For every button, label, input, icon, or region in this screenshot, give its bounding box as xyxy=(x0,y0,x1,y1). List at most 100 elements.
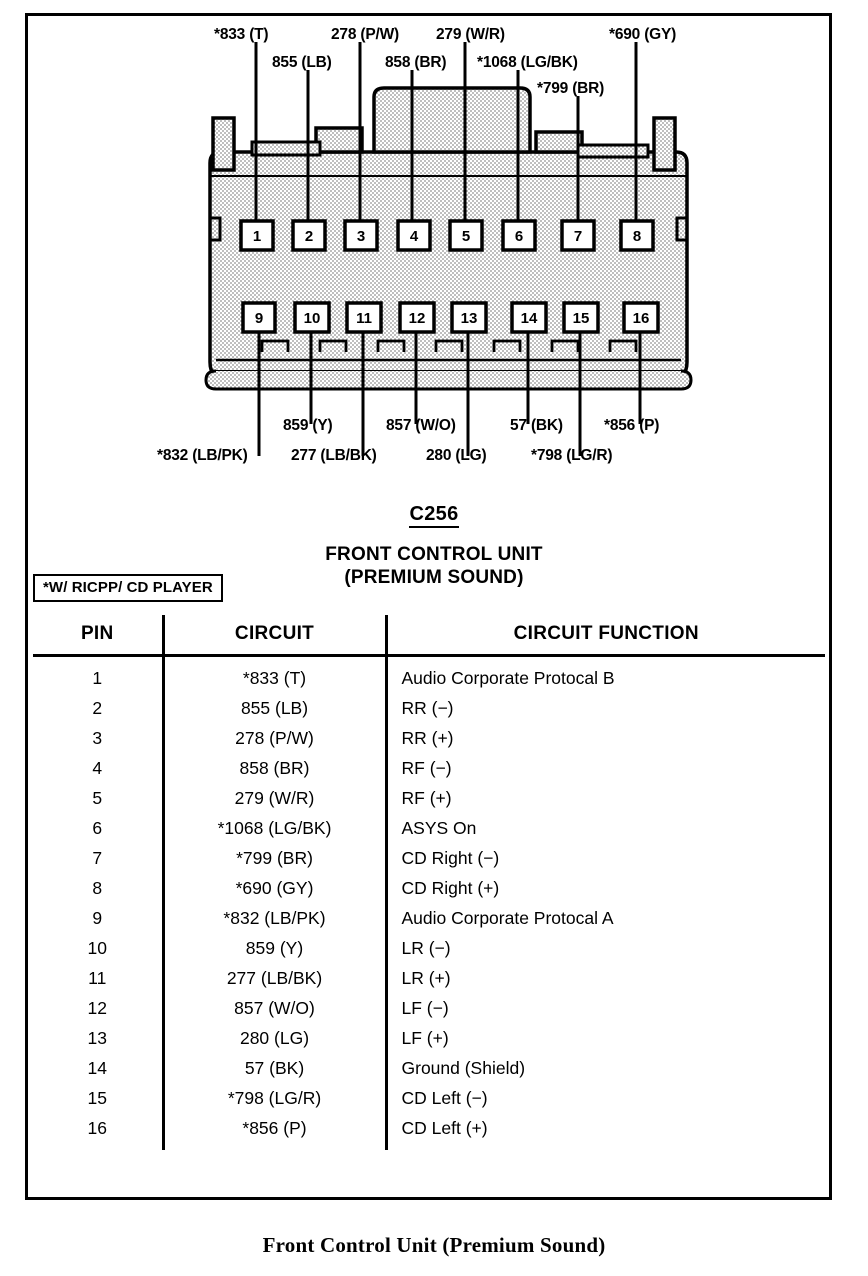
cell-function: LR (+) xyxy=(401,968,451,988)
pin-number-5: 5 xyxy=(462,228,470,245)
cell-circuit: 855 (LB) xyxy=(163,693,388,724)
center-keyway-block xyxy=(372,86,532,154)
cell-function: Ground (Shield) xyxy=(401,1058,526,1078)
cell-circuit: *1068 (LG/BK) xyxy=(163,813,388,844)
cell-function: CD Left (+) xyxy=(401,1118,488,1138)
cell-function: ASYS On xyxy=(401,818,477,838)
cell-pin: 11 xyxy=(33,963,165,994)
top-ledge-left xyxy=(250,140,322,157)
cell-pin: 14 xyxy=(33,1053,165,1084)
housing-bottom-lip xyxy=(204,369,693,391)
table-header-row: PIN CIRCUIT CIRCUIT FUNCTION xyxy=(33,615,825,657)
table-row: 13 280 (LG) LF (+) xyxy=(33,1023,825,1054)
table-row: 15 *798 (LG/R) CD Left (−) xyxy=(33,1083,825,1114)
cell-pin: 12 xyxy=(33,993,165,1024)
pin-number-2: 2 xyxy=(305,228,313,245)
cell-circuit: *799 (BR) xyxy=(163,843,388,874)
connector-id: C256 xyxy=(0,503,868,528)
cell-circuit: 277 (LB/BK) xyxy=(163,963,388,994)
cell-circuit: 857 (W/O) xyxy=(163,993,388,1024)
cell-pin: 5 xyxy=(33,783,165,814)
table-row: 10 859 (Y) LR (−) xyxy=(33,933,825,964)
cell-function: Audio Corporate Protocal A xyxy=(401,908,614,928)
cell-pin: 7 xyxy=(33,843,165,874)
pin-number-1: 1 xyxy=(253,228,261,245)
cell-pin: 16 xyxy=(33,1113,165,1150)
connector-id-text: C256 xyxy=(409,503,459,528)
table-row: 1 *833 (T) Audio Corporate Protocal B xyxy=(33,655,825,694)
cell-pin: 3 xyxy=(33,723,165,754)
table-row: 9 *832 (LB/PK) Audio Corporate Protocal … xyxy=(33,903,825,934)
cell-pin: 1 xyxy=(33,655,165,694)
pin-number-10: 10 xyxy=(304,310,321,327)
table-row: 5 279 (W/R) RF (+) xyxy=(33,783,825,814)
cell-function: RR (−) xyxy=(401,698,454,718)
pin-number-6: 6 xyxy=(515,228,523,245)
housing-outline xyxy=(208,150,689,382)
wire-label-pin-12: 857 (W/O) xyxy=(386,417,456,434)
cell-pin: 2 xyxy=(33,693,165,724)
cell-function: RF (−) xyxy=(401,758,452,778)
cell-function: Audio Corporate Protocal B xyxy=(401,668,615,688)
cell-function: RF (+) xyxy=(401,788,452,808)
column-header-pin: PIN xyxy=(33,615,165,657)
wire-label-pin-16: *856 (P) xyxy=(604,417,660,434)
pin-number-16: 16 xyxy=(633,310,650,327)
cell-pin: 9 xyxy=(33,903,165,934)
cell-circuit: 280 (LG) xyxy=(163,1023,388,1054)
cell-pin: 10 xyxy=(33,933,165,964)
wire-label-pin-5: 279 (W/R) xyxy=(436,26,505,43)
table-row: 6 *1068 (LG/BK) ASYS On xyxy=(33,813,825,844)
connector-title-line1: FRONT CONTROL UNIT xyxy=(325,544,543,565)
cell-circuit: *856 (P) xyxy=(163,1113,388,1150)
cell-circuit: 859 (Y) xyxy=(163,933,388,964)
wire-label-pin-13: 280 (LG) xyxy=(426,447,487,464)
table-row: 4 858 (BR) RF (−) xyxy=(33,753,825,784)
cell-pin: 4 xyxy=(33,753,165,784)
table-row: 11 277 (LB/BK) LR (+) xyxy=(33,963,825,994)
table-row: 2 855 (LB) RR (−) xyxy=(33,693,825,724)
wire-label-pin-14: 57 (BK) xyxy=(510,417,563,434)
pin-number-14: 14 xyxy=(521,310,538,327)
table-row: 12 857 (W/O) LF (−) xyxy=(33,993,825,1024)
top-step-block-right xyxy=(534,130,584,154)
cell-function: LF (+) xyxy=(401,1028,449,1048)
cell-pin: 13 xyxy=(33,1023,165,1054)
table-row: 3 278 (P/W) RR (+) xyxy=(33,723,825,754)
cell-function: LR (−) xyxy=(401,938,451,958)
top-step-block-left xyxy=(314,126,364,154)
cell-circuit: 858 (BR) xyxy=(163,753,388,784)
pin-number-9: 9 xyxy=(255,310,263,327)
cell-circuit: *798 (LG/R) xyxy=(163,1083,388,1114)
cell-circuit: *833 (T) xyxy=(163,655,388,694)
wire-label-pin-9: *832 (LB/PK) xyxy=(157,447,248,464)
cell-pin: 8 xyxy=(33,873,165,904)
table-body: 1 *833 (T) Audio Corporate Protocal B 2 … xyxy=(33,655,825,1150)
wire-label-pin-10: 859 (Y) xyxy=(283,417,333,434)
wire-label-pin-3: 278 (P/W) xyxy=(331,26,399,43)
pin-number-4: 4 xyxy=(410,228,419,245)
wire-label-pin-4: 858 (BR) xyxy=(385,54,447,71)
pin-number-3: 3 xyxy=(357,228,365,245)
pin-number-8: 8 xyxy=(633,228,641,245)
pin-number-11: 11 xyxy=(356,310,372,327)
pin-number-7: 7 xyxy=(574,228,582,245)
pin-number-12: 12 xyxy=(409,310,426,327)
wire-label-pin-8: *690 (GY) xyxy=(609,26,677,43)
column-header-function: CIRCUIT FUNCTION xyxy=(386,615,825,657)
column-header-circuit: CIRCUIT xyxy=(163,615,388,657)
table-row: 14 57 (BK) Ground (Shield) xyxy=(33,1053,825,1084)
cell-circuit: 57 (BK) xyxy=(163,1053,388,1084)
cell-circuit: 278 (P/W) xyxy=(163,723,388,754)
table-row: 7 *799 (BR) CD Right (−) xyxy=(33,843,825,874)
cell-function: RR (+) xyxy=(401,728,454,748)
pin-table: PIN CIRCUIT CIRCUIT FUNCTION 1 *833 (T) … xyxy=(33,615,825,1150)
figure-caption: Front Control Unit (Premium Sound) xyxy=(262,1233,606,1257)
wire-label-pin-2: 855 (LB) xyxy=(272,54,332,71)
cell-circuit: 279 (W/R) xyxy=(163,783,388,814)
pin-number-15: 15 xyxy=(573,310,590,327)
cell-function: LF (−) xyxy=(401,998,449,1018)
legend-note-box: *W/ RICPP/ CD PLAYER xyxy=(33,574,223,602)
legend-note-text: *W/ RICPP/ CD PLAYER xyxy=(43,579,213,596)
cell-function: CD Right (−) xyxy=(401,848,500,868)
